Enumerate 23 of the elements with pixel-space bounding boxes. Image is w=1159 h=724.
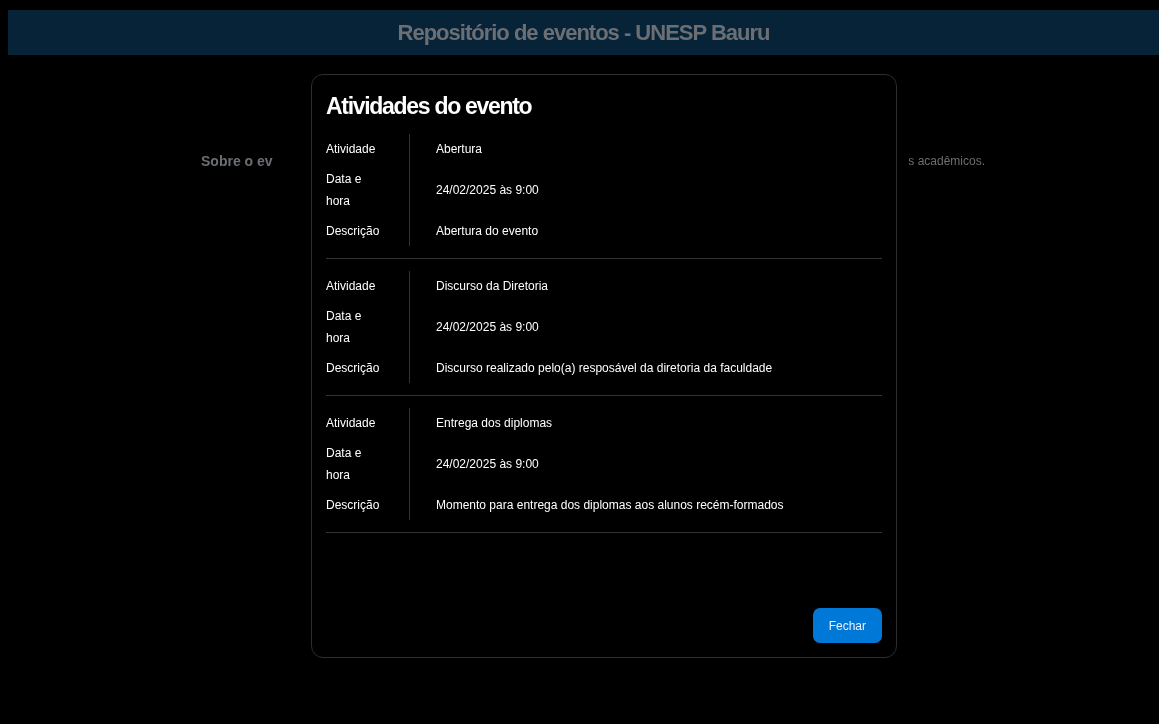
field-value: Momento para entrega dos diplomas aos alunos recém-formados [435,497,785,514]
field-value: 24/02/2025 às 9:00 [435,456,540,473]
close-button[interactable]: Fechar [812,608,882,643]
field-value: 24/02/2025 às 9:00 [435,319,540,336]
field-value: Abertura [435,141,484,158]
field-value: 24/02/2025 às 9:00 [435,182,540,199]
field-value: Entrega dos diplomas [435,415,554,432]
field-value: Abertura do evento [435,223,540,240]
field-label: Atividade [326,271,410,301]
field-value: Discurso da Diretoria [435,278,550,295]
field-label: Descrição [326,490,410,520]
section-heading: Sobre o ev [201,153,273,169]
field-label: Descrição [326,353,410,383]
field-value: Discurso realizado pelo(a) resposável da diretoria da faculdade [435,360,774,377]
modal-title: Atividades do evento [326,93,533,120]
site-title: Repositório de eventos - UNESP Bauru [397,19,770,46]
field-label: Descrição [326,216,410,246]
field-label: Data e hora [326,164,410,216]
description-text: s acadêmicos. [908,154,985,168]
field-label: Data e hora [326,438,410,490]
field-label: Atividade [326,408,410,438]
field-label: Data e hora [326,301,410,353]
field-label: Atividade [326,134,410,164]
